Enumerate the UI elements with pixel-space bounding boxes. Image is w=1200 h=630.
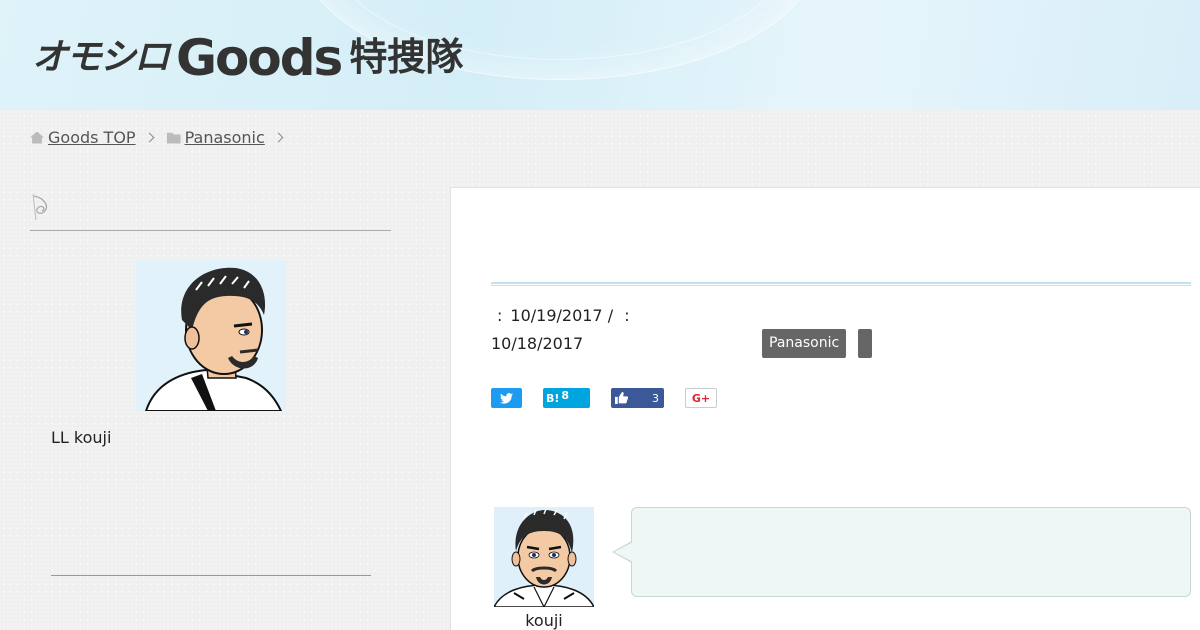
title-divider — [491, 282, 1191, 286]
hatena-bookmark-button[interactable]: B! 8 — [543, 388, 590, 408]
updated-date: 10/18/2017 — [491, 334, 584, 353]
meta-dates-line: :10/19/2017 / : — [491, 302, 711, 330]
author-avatar — [494, 507, 594, 607]
published-date: 10/19/2017 — [510, 306, 603, 325]
breadcrumb: Goods TOP Panasonic — [30, 128, 296, 147]
sidebar-divider — [51, 575, 371, 576]
tag-list: Panasonic — [762, 329, 873, 358]
meta-separator: / — [607, 306, 614, 325]
twitter-icon — [500, 392, 513, 404]
sidebar-widget-heading — [30, 192, 391, 231]
meta-separator: : — [624, 306, 630, 325]
author-speech-bubble — [612, 507, 1191, 597]
article-meta: :10/19/2017 / : 10/18/2017 — [491, 302, 711, 358]
folder-icon — [166, 132, 181, 144]
breadcrumb-item-home: Goods TOP — [30, 128, 155, 147]
facebook-count: 3 — [652, 391, 659, 405]
site-logo[interactable]: オモシロ Goods 特捜隊 — [32, 28, 463, 84]
chevron-right-icon — [144, 132, 155, 143]
tag-empty[interactable] — [858, 329, 873, 358]
google-plus-icon: G+ — [691, 391, 711, 405]
profile-name: LL kouji — [51, 428, 112, 447]
hatena-count: 8 — [561, 388, 570, 402]
twitter-share-button[interactable] — [491, 388, 522, 408]
google-plus-button[interactable]: G+ — [685, 388, 717, 408]
tag-panasonic[interactable]: Panasonic — [762, 329, 847, 358]
chevron-right-icon — [273, 132, 284, 143]
breadcrumb-link-category[interactable]: Panasonic — [185, 128, 265, 147]
meta-separator: : — [497, 306, 503, 325]
logo-text-ja-suffix: 特捜隊 — [349, 35, 464, 79]
logo-text-ja-prefix: オモシロ — [32, 37, 170, 78]
breadcrumb-link-home[interactable]: Goods TOP — [48, 128, 136, 147]
site-header: オモシロ Goods 特捜隊 — [0, 0, 1200, 110]
author-name: kouji — [525, 611, 563, 630]
spiral-icon — [32, 193, 48, 221]
facebook-like-button[interactable]: 3 — [611, 388, 664, 408]
home-icon — [30, 131, 44, 144]
hatena-icon: B! — [546, 391, 560, 405]
thumbs-up-icon — [615, 392, 628, 404]
share-buttons: B! 8 3 G+ — [491, 388, 738, 408]
breadcrumb-item-category: Panasonic — [166, 128, 284, 147]
profile-avatar — [136, 260, 286, 411]
logo-text-goods: Goods — [176, 29, 343, 87]
